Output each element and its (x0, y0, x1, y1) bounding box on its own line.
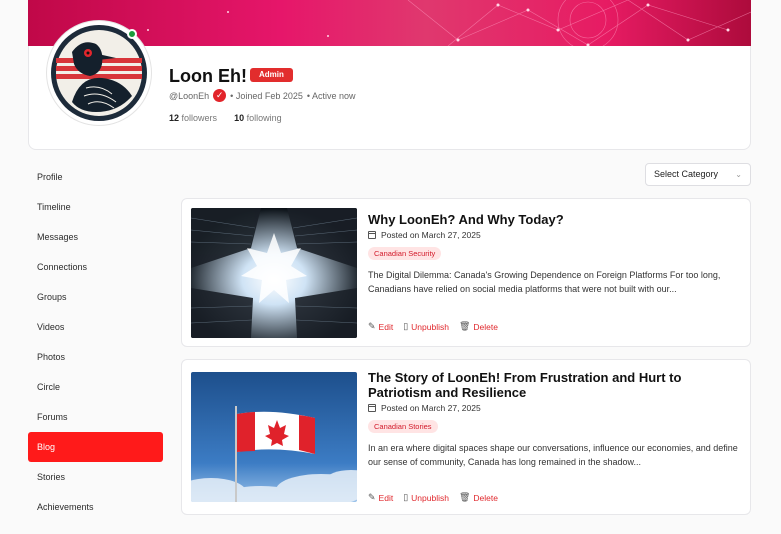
nav-item-photos[interactable]: Photos (28, 342, 163, 372)
delete-button[interactable]: 🗑 Delete (459, 321, 498, 332)
unpublish-button[interactable]: ▯ Unpublish (403, 492, 449, 503)
nav-item-circle[interactable]: Circle (28, 372, 163, 402)
unpublish-button[interactable]: ▯ Unpublish (403, 321, 449, 332)
nav-item-profile[interactable]: Profile (28, 162, 163, 192)
online-status-dot (127, 29, 137, 39)
nav-item-videos[interactable]: Videos (28, 312, 163, 342)
nav-item-groups[interactable]: Groups (28, 282, 163, 312)
edit-icon: ✎ (368, 492, 376, 502)
edit-button[interactable]: ✎ Edit (368, 492, 393, 503)
joined-date: • Joined Feb 2025 (230, 90, 303, 101)
document-icon: ▯ (403, 321, 409, 331)
chevron-down-icon: ⌄ (735, 170, 742, 179)
nav-item-blog[interactable]: Blog (28, 432, 163, 462)
activity-status: • Active now (306, 90, 356, 101)
nav-item-messages[interactable]: Messages (28, 222, 163, 252)
post-thumbnail[interactable] (191, 372, 357, 502)
post-actions: ✎ Edit ▯ Unpublish 🗑 Delete (368, 492, 498, 503)
nav-item-connections[interactable]: Connections (28, 252, 163, 282)
post-title[interactable]: Why LoonEh? And Why Today? (368, 212, 738, 227)
profile-handle: @LoonEh (169, 90, 210, 101)
post-actions: ✎ Edit ▯ Unpublish 🗑 Delete (368, 321, 498, 332)
blog-post-card: The Story of LoonEh! From Frustration an… (181, 359, 751, 515)
nav-item-achievements[interactable]: Achievements (28, 492, 163, 522)
profile-name: Loon Eh! (169, 66, 247, 86)
nav-item-stories[interactable]: Stories (28, 462, 163, 492)
nav-item-forums[interactable]: Forums (28, 402, 163, 432)
post-date: Posted on March 27, 2025 (368, 403, 738, 413)
profile-nav: Profile Timeline Messages Connections Gr… (28, 162, 163, 522)
edit-button[interactable]: ✎ Edit (368, 321, 393, 332)
check-badge-icon: ✓ (213, 89, 227, 102)
trash-icon: 🗑 (458, 492, 471, 502)
calendar-icon (368, 231, 376, 239)
post-category-tag[interactable]: Canadian Stories (368, 420, 438, 433)
post-body: The Story of LoonEh! From Frustration an… (368, 370, 738, 469)
post-title[interactable]: The Story of LoonEh! From Frustration an… (368, 370, 738, 400)
category-select[interactable]: Select Category ⌄ (645, 163, 751, 186)
following-link[interactable]: 10 following (234, 113, 282, 123)
admin-badge: Admin (250, 68, 293, 82)
nav-item-timeline[interactable]: Timeline (28, 192, 163, 222)
edit-icon: ✎ (368, 321, 376, 331)
calendar-icon (368, 404, 376, 412)
post-excerpt: The Digital Dilemma: Canada's Growing De… (368, 270, 721, 294)
blog-post-card: Why LoonEh? And Why Today? Posted on Mar… (181, 198, 751, 347)
post-category-tag[interactable]: Canadian Security (368, 247, 442, 260)
profile-meta: @LoonEh ✓ • Joined Feb 2025 • Active now (169, 89, 356, 102)
post-date: Posted on March 27, 2025 (368, 230, 738, 240)
followers-link[interactable]: 12 followers (169, 113, 217, 123)
post-excerpt: In an era where digital spaces shape our… (368, 443, 738, 467)
post-thumbnail[interactable] (191, 208, 357, 338)
trash-icon: 🗑 (458, 321, 471, 331)
post-body: Why LoonEh? And Why Today? Posted on Mar… (368, 212, 738, 296)
follow-stats: 12 followers 10 following (169, 113, 282, 123)
delete-button[interactable]: 🗑 Delete (459, 492, 498, 503)
document-icon: ▯ (403, 492, 409, 502)
